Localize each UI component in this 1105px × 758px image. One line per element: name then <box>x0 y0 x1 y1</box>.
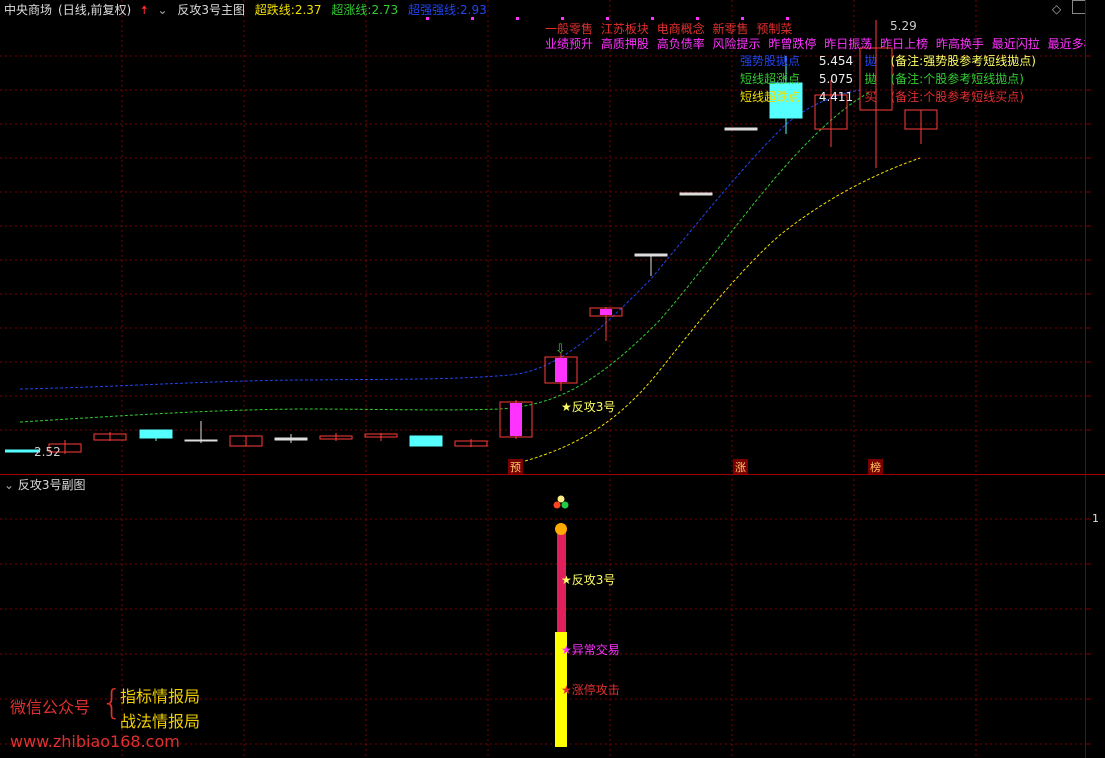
tag-item[interactable]: 电商概念 <box>657 22 705 36</box>
wechat-label: 微信公众号 <box>10 698 91 717</box>
oversold-line <box>524 157 921 462</box>
legend-note: (备注:个股参考短线买点) <box>890 90 1024 104</box>
line-label-0: 超跌线: <box>254 3 295 17</box>
candle-fill-magenta <box>510 403 522 436</box>
brand-line-1: 指标情报局 <box>120 687 201 706</box>
high-price-label: 5.29 <box>890 19 917 33</box>
legend-name: 短线超跌点 <box>740 90 801 104</box>
stock-name[interactable]: 中央商场 <box>4 3 52 17</box>
candle-body <box>679 192 713 196</box>
tag-item[interactable]: 业绩预升 <box>545 37 593 51</box>
marker-zhang: 涨 <box>733 459 748 475</box>
strong-line <box>19 89 861 390</box>
up-arrow-icon: 🠅 <box>141 3 148 17</box>
tag-item[interactable]: 高负债率 <box>657 37 705 51</box>
line-label-2: 超强强线: <box>407 3 461 17</box>
tag-item[interactable]: 最近多板 <box>1048 37 1085 51</box>
period-label[interactable]: (日线,前复权) <box>58 3 131 17</box>
tag-item[interactable]: 预制菜 <box>756 22 792 36</box>
tag-item[interactable]: 昨高换手 <box>936 37 984 51</box>
candle-fill-magenta <box>600 309 612 315</box>
low-price-label: 2.52 <box>34 445 61 459</box>
brand-url[interactable]: www.zhibiao168.com <box>10 732 180 751</box>
sub-axis-label: 1 <box>1092 512 1099 525</box>
legend-tag: 买 <box>864 90 877 104</box>
tag-row-2: 业绩预升 高质押股 高负债率 风险提示 昨曾跌停 昨日振荡 昨日上榜 昨高换手 … <box>545 35 1085 52</box>
line-value-1: 2.73 <box>371 3 399 17</box>
dot-icon-green <box>561 501 569 509</box>
line-value-2: 2.93 <box>460 3 487 17</box>
candle-body <box>724 127 758 131</box>
candle-body <box>139 429 173 439</box>
legend-tag: 拋 <box>864 72 877 86</box>
legend-note: (备注:个股参考短线拋点) <box>890 72 1024 86</box>
tag-item[interactable]: 新零售 <box>713 22 749 36</box>
sub-signal-1: ★反攻3号 <box>561 573 616 587</box>
legend-tag: 拋 <box>864 54 877 68</box>
signal-main-label: ★反攻3号 <box>561 400 616 414</box>
candle-body <box>184 439 218 442</box>
tag-item[interactable]: 昨曾跌停 <box>768 37 816 51</box>
line-label-1: 超涨线: <box>331 3 372 17</box>
top-tick-marker <box>516 17 519 20</box>
candle-body <box>634 253 668 257</box>
sub-chart-title[interactable]: 反攻3号副图 <box>18 478 86 492</box>
sub-signal-2: ★异常交易 <box>561 643 620 657</box>
chevron-down-icon[interactable]: ⌄ <box>4 478 14 492</box>
sub-signal-3: ★涨停攻击 <box>561 683 620 697</box>
candle-fill-magenta <box>555 358 567 382</box>
marker-bang: 榜 <box>868 459 883 475</box>
dot-icon-red <box>553 501 561 509</box>
marker-yu: 预 <box>508 459 523 475</box>
legend-row-0: 强势股拋点 5.454 拋 (备注:强势股参考短线拋点) <box>740 52 1036 69</box>
overbought-line <box>19 91 871 423</box>
tag-item[interactable]: 昨日上榜 <box>880 37 928 51</box>
legend-value: 5.454 <box>818 54 854 68</box>
legend-name: 强势股拋点 <box>740 54 801 68</box>
tag-item[interactable]: 一般零售 <box>545 22 593 36</box>
chart-header: 中央商场 (日线,前复权) 🠅 ⌄ 反攻3号主图 超跌线:2.37 超涨线:2.7… <box>4 1 493 22</box>
right-axis-border <box>1085 0 1086 758</box>
legend-note: (备注:强势股参考短线拋点) <box>890 54 1036 68</box>
legend-value: 5.075 <box>818 72 854 86</box>
diamond-icon[interactable]: ◇ <box>1052 2 1061 16</box>
legend-name: 短线超涨点 <box>740 72 801 86</box>
maximize-icon[interactable] <box>1072 0 1086 14</box>
candle-body <box>409 435 443 447</box>
ball-icon <box>555 523 567 535</box>
chevron-down-icon[interactable]: ⌄ <box>157 3 167 17</box>
legend-row-2: 短线超跌点 4.411 买 (备注:个股参考短线买点) <box>740 88 1024 105</box>
brand-line-2: 战法情报局 <box>120 712 201 731</box>
legend-row-1: 短线超涨点 5.075 拋 (备注:个股参考短线拋点) <box>740 70 1024 87</box>
tag-item[interactable]: 昨日振荡 <box>824 37 872 51</box>
tag-item[interactable]: 高质押股 <box>601 37 649 51</box>
tag-item[interactable]: 江苏板块 <box>601 22 649 36</box>
down-arrow-icon: ⇩ <box>555 342 566 357</box>
tag-item[interactable]: 最近闪拉 <box>992 37 1040 51</box>
dot-icon-white <box>557 495 565 503</box>
candle-body <box>274 437 308 441</box>
tag-item[interactable]: 风险提示 <box>713 37 761 51</box>
legend-value: 4.411 <box>818 90 854 104</box>
indicator-name[interactable]: 反攻3号主图 <box>177 3 245 17</box>
line-value-0: 2.37 <box>294 3 322 17</box>
sub-chart-title-row: ⌄ 反攻3号副图 <box>4 476 86 493</box>
